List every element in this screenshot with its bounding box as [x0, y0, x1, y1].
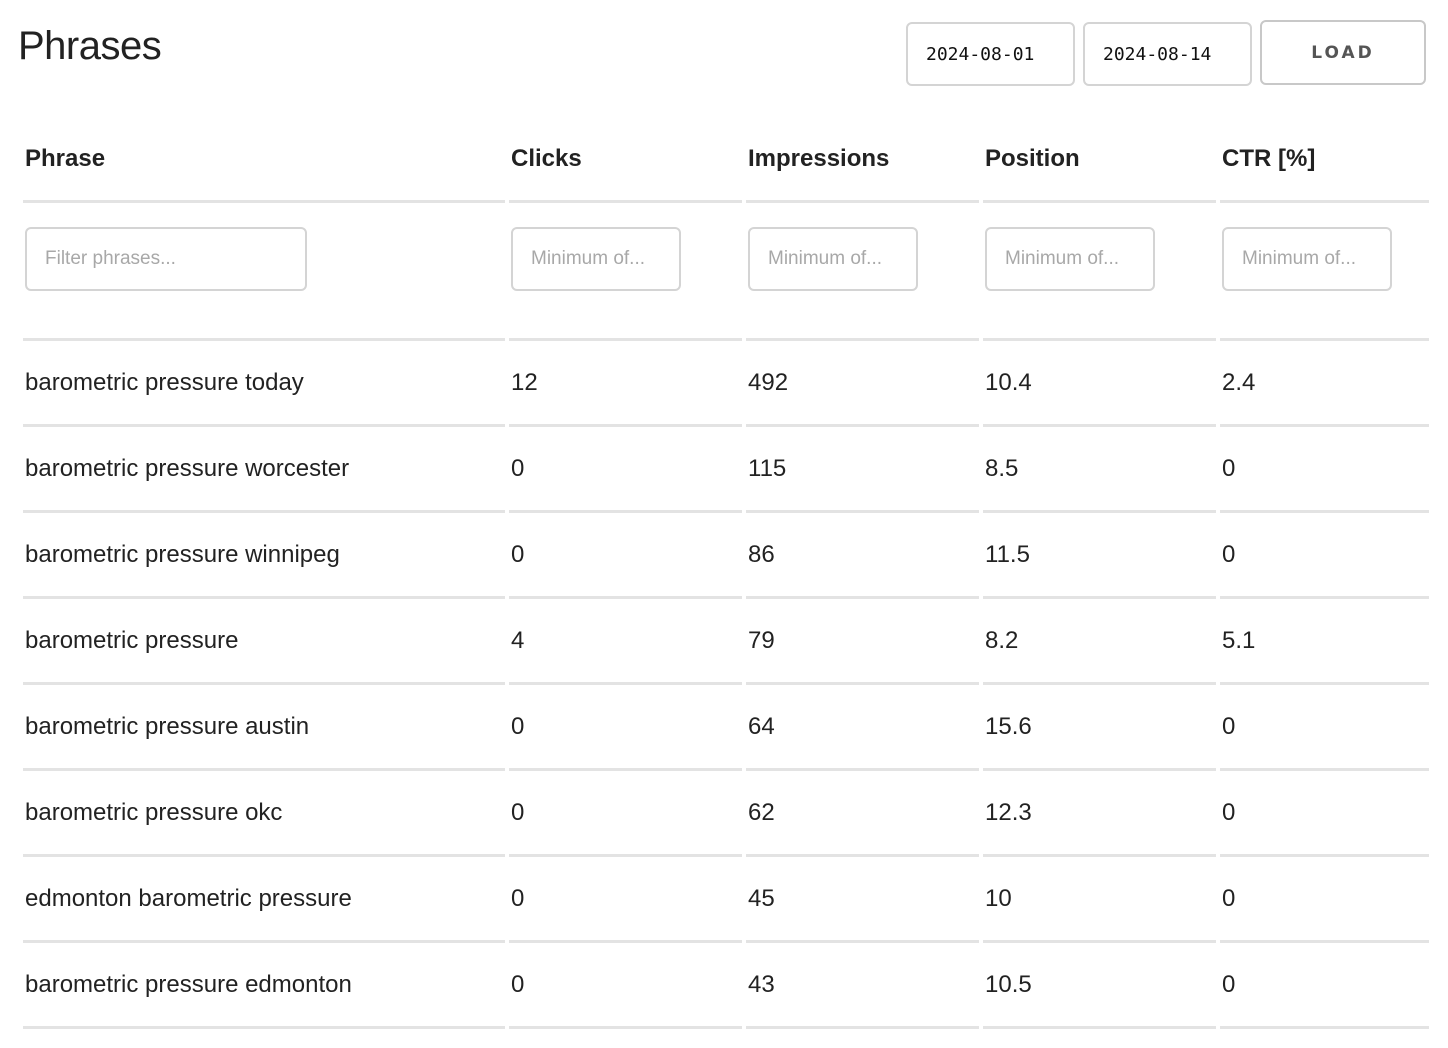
- impressions-cell: 492: [746, 341, 979, 427]
- phrase-cell: barometric pressure: [23, 599, 505, 685]
- date-range-toolbar: LOAD: [906, 20, 1426, 86]
- clicks-cell: 0: [509, 857, 742, 943]
- ctr-cell: 0: [1220, 943, 1429, 1029]
- ctr-min-input[interactable]: [1222, 227, 1392, 291]
- phrase-cell: edmonton barometric pressure: [23, 857, 505, 943]
- position-cell: 10.5: [983, 943, 1216, 1029]
- filter-cell: [23, 203, 505, 341]
- clicks-min-input[interactable]: [511, 227, 681, 291]
- position-cell: 15.6: [983, 685, 1216, 771]
- column-header-clicks[interactable]: Clicks: [509, 118, 742, 203]
- table-row: barometric pressure okc 0 62 12.3 0: [23, 771, 1429, 857]
- position-cell: 11.5: [983, 513, 1216, 599]
- table-body: barometric pressure today 12 492 10.4 2.…: [23, 341, 1429, 1029]
- impressions-cell: 79: [746, 599, 979, 685]
- filter-cell: [509, 203, 742, 341]
- date-to-input[interactable]: [1083, 22, 1252, 86]
- table-row: barometric pressure winnipeg 0 86 11.5 0: [23, 513, 1429, 599]
- ctr-cell: 2.4: [1220, 341, 1429, 427]
- phrase-cell: barometric pressure austin: [23, 685, 505, 771]
- phrase-filter-input[interactable]: [25, 227, 307, 291]
- page-title: Phrases: [18, 24, 162, 68]
- table-row: barometric pressure worcester 0 115 8.5 …: [23, 427, 1429, 513]
- filter-cell: [1220, 203, 1429, 341]
- phrase-cell: barometric pressure today: [23, 341, 505, 427]
- impressions-cell: 45: [746, 857, 979, 943]
- ctr-cell: 0: [1220, 513, 1429, 599]
- phrase-cell: barometric pressure okc: [23, 771, 505, 857]
- ctr-cell: 0: [1220, 857, 1429, 943]
- clicks-cell: 0: [509, 427, 742, 513]
- impressions-cell: 62: [746, 771, 979, 857]
- ctr-cell: 0: [1220, 685, 1429, 771]
- date-from-input[interactable]: [906, 22, 1075, 86]
- position-cell: 8.5: [983, 427, 1216, 513]
- position-min-input[interactable]: [985, 227, 1155, 291]
- clicks-cell: 0: [509, 771, 742, 857]
- impressions-cell: 64: [746, 685, 979, 771]
- column-header-impressions[interactable]: Impressions: [746, 118, 979, 203]
- filter-cell: [746, 203, 979, 341]
- phrase-cell: barometric pressure edmonton: [23, 943, 505, 1029]
- impressions-cell: 43: [746, 943, 979, 1029]
- filter-cell: [983, 203, 1216, 341]
- ctr-cell: 0: [1220, 771, 1429, 857]
- load-button[interactable]: LOAD: [1260, 20, 1426, 85]
- table-row: barometric pressure austin 0 64 15.6 0: [23, 685, 1429, 771]
- ctr-cell: 5.1: [1220, 599, 1429, 685]
- column-header-phrase[interactable]: Phrase: [23, 118, 505, 203]
- clicks-cell: 0: [509, 513, 742, 599]
- table-row: barometric pressure 4 79 8.2 5.1: [23, 599, 1429, 685]
- phrases-table: Phrase Clicks Impressions Position CTR […: [19, 118, 1433, 1029]
- table-row: barometric pressure today 12 492 10.4 2.…: [23, 341, 1429, 427]
- table-row: edmonton barometric pressure 0 45 10 0: [23, 857, 1429, 943]
- clicks-cell: 0: [509, 685, 742, 771]
- position-cell: 10.4: [983, 341, 1216, 427]
- position-cell: 8.2: [983, 599, 1216, 685]
- filter-row: [23, 203, 1429, 341]
- position-cell: 12.3: [983, 771, 1216, 857]
- table-row: barometric pressure edmonton 0 43 10.5 0: [23, 943, 1429, 1029]
- phrase-cell: barometric pressure worcester: [23, 427, 505, 513]
- impressions-cell: 86: [746, 513, 979, 599]
- phrase-cell: barometric pressure winnipeg: [23, 513, 505, 599]
- column-header-ctr[interactable]: CTR [%]: [1220, 118, 1429, 203]
- clicks-cell: 0: [509, 943, 742, 1029]
- ctr-cell: 0: [1220, 427, 1429, 513]
- impressions-cell: 115: [746, 427, 979, 513]
- phrases-page: Phrases LOAD Phrase Clicks Impressions P…: [0, 0, 1448, 1048]
- impressions-min-input[interactable]: [748, 227, 918, 291]
- clicks-cell: 4: [509, 599, 742, 685]
- header-row: Phrase Clicks Impressions Position CTR […: [23, 118, 1429, 203]
- clicks-cell: 12: [509, 341, 742, 427]
- position-cell: 10: [983, 857, 1216, 943]
- column-header-position[interactable]: Position: [983, 118, 1216, 203]
